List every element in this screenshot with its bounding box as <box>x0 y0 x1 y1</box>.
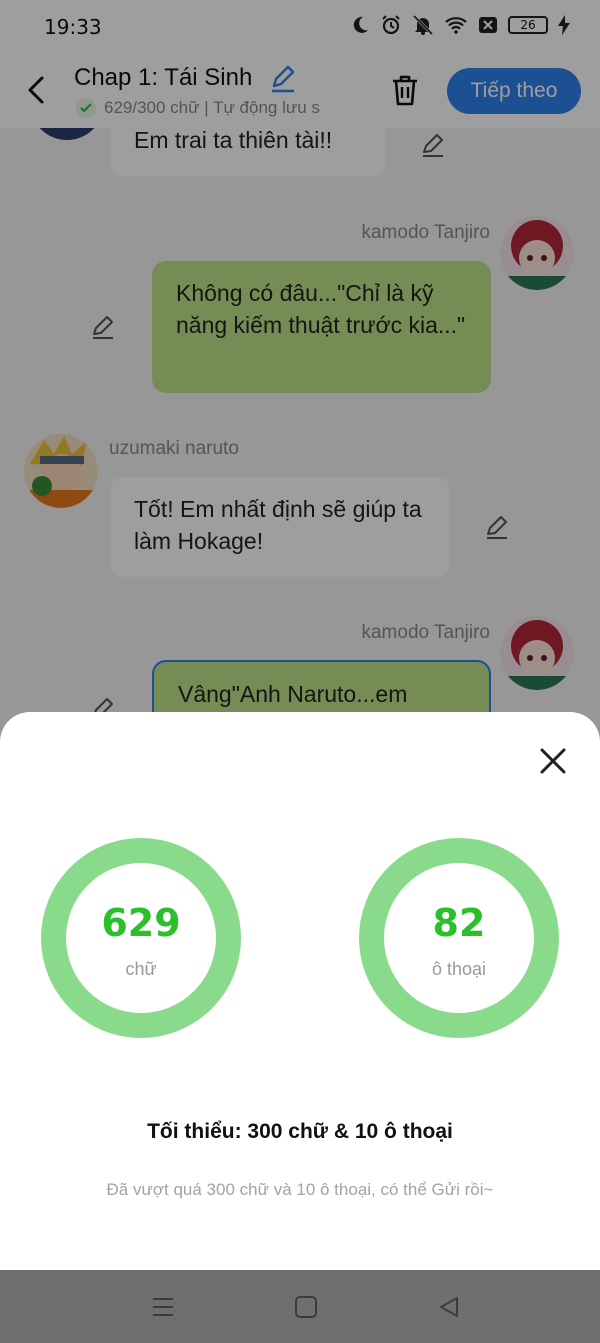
dialog-count-ring: 82 ô thoại <box>359 838 559 1038</box>
stats-bottom-sheet: 629 chữ 82 ô thoại Tối thiểu: 300 chữ & … <box>0 712 600 1270</box>
home-icon[interactable] <box>293 1294 319 1320</box>
word-count-value: 629 <box>101 901 181 945</box>
ready-hint: Đã vượt quá 300 chữ và 10 ô thoại, có th… <box>106 1180 494 1199</box>
dialog-count-value: 82 <box>432 901 486 945</box>
word-count-unit: chữ <box>125 959 157 979</box>
word-count-ring: 629 chữ <box>41 838 241 1038</box>
close-icon[interactable] <box>536 744 570 778</box>
system-nav-bar <box>0 1270 600 1343</box>
minimum-requirement: Tối thiểu: 300 chữ & 10 ô thoại <box>147 1120 453 1143</box>
dialog-count-unit: ô thoại <box>431 959 487 979</box>
menu-icon[interactable] <box>150 1294 176 1320</box>
back-nav-icon[interactable] <box>436 1294 462 1320</box>
